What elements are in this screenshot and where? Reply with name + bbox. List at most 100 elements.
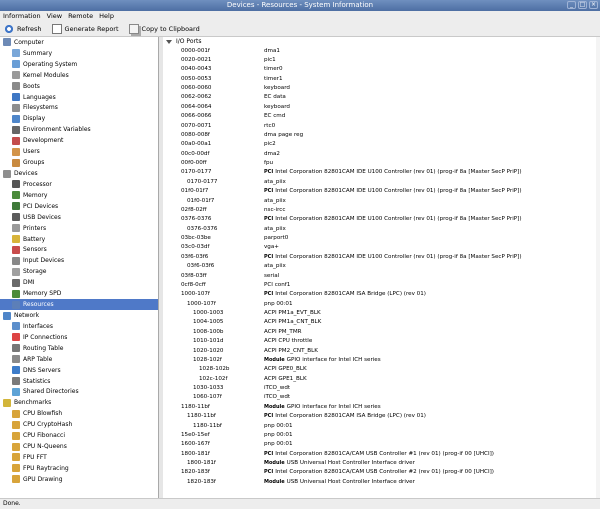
sidebar-item[interactable]: FPU Raytracing <box>0 463 158 474</box>
resource-row: 03f8-03ff serial <box>163 271 600 280</box>
sidebar-item[interactable]: DNS Servers <box>0 365 158 376</box>
tree-item-icon <box>12 235 20 244</box>
sidebar-item[interactable]: Statistics <box>0 376 158 387</box>
sidebar-item[interactable]: Resources <box>0 299 158 311</box>
port-owner: rtc0 <box>264 123 275 129</box>
sidebar-item[interactable]: Processor <box>0 179 158 190</box>
resource-row: 0020-0021 pic1 <box>163 55 600 64</box>
sidebar-item[interactable]: CPU CryptoHash <box>0 419 158 430</box>
tree-category[interactable]: Devices <box>0 168 158 179</box>
sidebar-item[interactable]: Shared Directories <box>0 387 158 398</box>
sidebar-item[interactable]: Users <box>0 146 158 157</box>
port-range: 1060-107f <box>193 394 222 401</box>
sidebar-item[interactable]: Memory SPD <box>0 288 158 299</box>
tree-item-label: ARP Table <box>23 355 53 363</box>
port-owner: ACPI PM2_CNT_BLK <box>264 348 318 354</box>
sidebar-item[interactable]: Storage <box>0 266 158 277</box>
sidebar-item[interactable]: Battery <box>0 234 158 245</box>
port-range: 0376-0376 <box>187 225 218 232</box>
sidebar-item[interactable]: Filesystems <box>0 103 158 114</box>
resource-row: 0376-0376 ata_piix <box>163 224 600 233</box>
tree-category[interactable]: Computer <box>0 37 158 48</box>
menu-information[interactable]: Information <box>3 12 41 20</box>
sidebar-item[interactable]: Memory <box>0 190 158 201</box>
sidebar-item[interactable]: USB Devices <box>0 212 158 223</box>
tree-category[interactable]: Network <box>0 310 158 321</box>
sidebar-item[interactable]: Input Devices <box>0 255 158 266</box>
port-owner: PCI Intel Corporation 82801CA/CAM USB Con… <box>264 469 494 475</box>
resource-row: 03f6-03f6 ata_piix <box>163 262 600 271</box>
device-type-tag: Module <box>264 460 285 466</box>
port-owner-text: ACPI PM1a_CNT_BLK <box>264 319 322 326</box>
copy-to-clipboard-label: Copy to Clipboard <box>141 24 200 33</box>
sidebar-item[interactable]: Summary <box>0 48 158 59</box>
generate-report-button[interactable]: Generate Report <box>51 23 119 34</box>
tree-item-icon <box>12 245 20 254</box>
sidebar-item[interactable]: Interfaces <box>0 321 158 332</box>
section-header[interactable]: I/O Ports <box>163 37 600 46</box>
port-owner: pnp 00:01 <box>264 432 293 438</box>
port-owner-text: dma page reg <box>264 131 304 138</box>
port-range: 02f8-02ff <box>181 206 207 213</box>
sidebar-item[interactable]: Operating System <box>0 59 158 70</box>
copy-to-clipboard-button[interactable]: Copy to Clipboard <box>128 23 200 34</box>
port-range: 0170-0177 <box>181 169 212 176</box>
port-owner-text: pic2 <box>264 141 276 148</box>
sidebar-item[interactable]: Environment Variables <box>0 124 158 135</box>
port-owner: PCI conf1 <box>264 282 290 288</box>
sidebar-item[interactable]: Display <box>0 113 158 124</box>
sidebar-tree[interactable]: Computer Summary Operating System Kernel Mo… <box>0 37 159 498</box>
tree-item-label: Network <box>14 312 40 319</box>
port-owner: PCI Intel Corporation 82801CAM IDE U100 C… <box>264 254 522 260</box>
port-range: 1008-100b <box>193 328 224 335</box>
resource-row: 01f0-01f7 ata_piix <box>163 196 600 205</box>
menu-view[interactable]: View <box>47 12 62 20</box>
maximize-icon[interactable]: □ <box>578 1 587 9</box>
sidebar-item[interactable]: Development <box>0 135 158 146</box>
sidebar-item[interactable]: Routing Table <box>0 343 158 354</box>
expand-triangle-icon[interactable] <box>166 39 172 44</box>
sidebar-item[interactable]: CPU N-Queens <box>0 441 158 452</box>
resource-row: 0376-0376 PCI Intel Corporation 82801CAM I… <box>163 215 600 224</box>
sidebar-item[interactable]: Sensors <box>0 245 158 256</box>
sidebar-item[interactable]: Kernel Modules <box>0 70 158 81</box>
port-owner: PCI Intel Corporation 82801CAM ISA Bridge… <box>264 291 426 297</box>
port-owner-text: pnp 00:01 <box>264 441 293 448</box>
sidebar-item[interactable]: DMI <box>0 277 158 288</box>
tree-item-label: Input Devices <box>23 257 65 265</box>
sidebar-item[interactable]: Languages <box>0 92 158 103</box>
sidebar-item[interactable]: FPU FFT <box>0 452 158 463</box>
tree-item-icon <box>12 82 20 91</box>
sidebar-item[interactable]: IP Connections <box>0 332 158 343</box>
sidebar-item[interactable]: GPU Drawing <box>0 474 158 485</box>
tree-category[interactable]: Benchmarks <box>0 397 158 408</box>
port-owner-text: timer1 <box>264 75 283 82</box>
tree-item-icon <box>12 431 20 440</box>
port-range: 0170-0177 <box>187 178 218 185</box>
sidebar-item[interactable]: Printers <box>0 223 158 234</box>
device-type-tag: PCI <box>264 253 274 260</box>
port-range: 0064-0064 <box>181 103 212 110</box>
menu-remote[interactable]: Remote <box>68 12 93 20</box>
vertical-scrollbar[interactable] <box>596 37 600 498</box>
resource-row: 1008-100b ACPI PM_TMR <box>163 327 600 336</box>
close-icon[interactable]: × <box>589 1 598 9</box>
port-owner: serial <box>264 273 279 279</box>
sidebar-item[interactable]: CPU Fibonacci <box>0 430 158 441</box>
port-owner-text: GPIO interface for Intel ICH series <box>286 356 381 363</box>
minimize-icon[interactable]: _ <box>567 1 576 9</box>
sidebar-item[interactable]: Groups <box>0 157 158 168</box>
port-range: 0080-008f <box>181 131 210 138</box>
port-owner-text: Intel Corporation 82801CAM IDE U100 Cont… <box>275 216 522 223</box>
sidebar-item[interactable]: CPU Blowfish <box>0 408 158 419</box>
refresh-button[interactable]: Refresh <box>4 23 42 34</box>
tree-item-label: Summary <box>23 49 52 57</box>
port-owner-text: Intel Corporation 82801CAM ISA Bridge (L… <box>275 291 426 298</box>
port-owner-text: ACPI GPE1_BLK <box>264 375 307 382</box>
menu-help[interactable]: Help <box>99 12 114 20</box>
port-owner-text: Intel Corporation 82801CA/CAM USB Contro… <box>275 450 494 457</box>
resource-row: 1820-183f Module USB Universal Host Contro… <box>163 477 600 486</box>
sidebar-item[interactable]: ARP Table <box>0 354 158 365</box>
sidebar-item[interactable]: PCI Devices <box>0 201 158 212</box>
sidebar-item[interactable]: Boots <box>0 81 158 92</box>
